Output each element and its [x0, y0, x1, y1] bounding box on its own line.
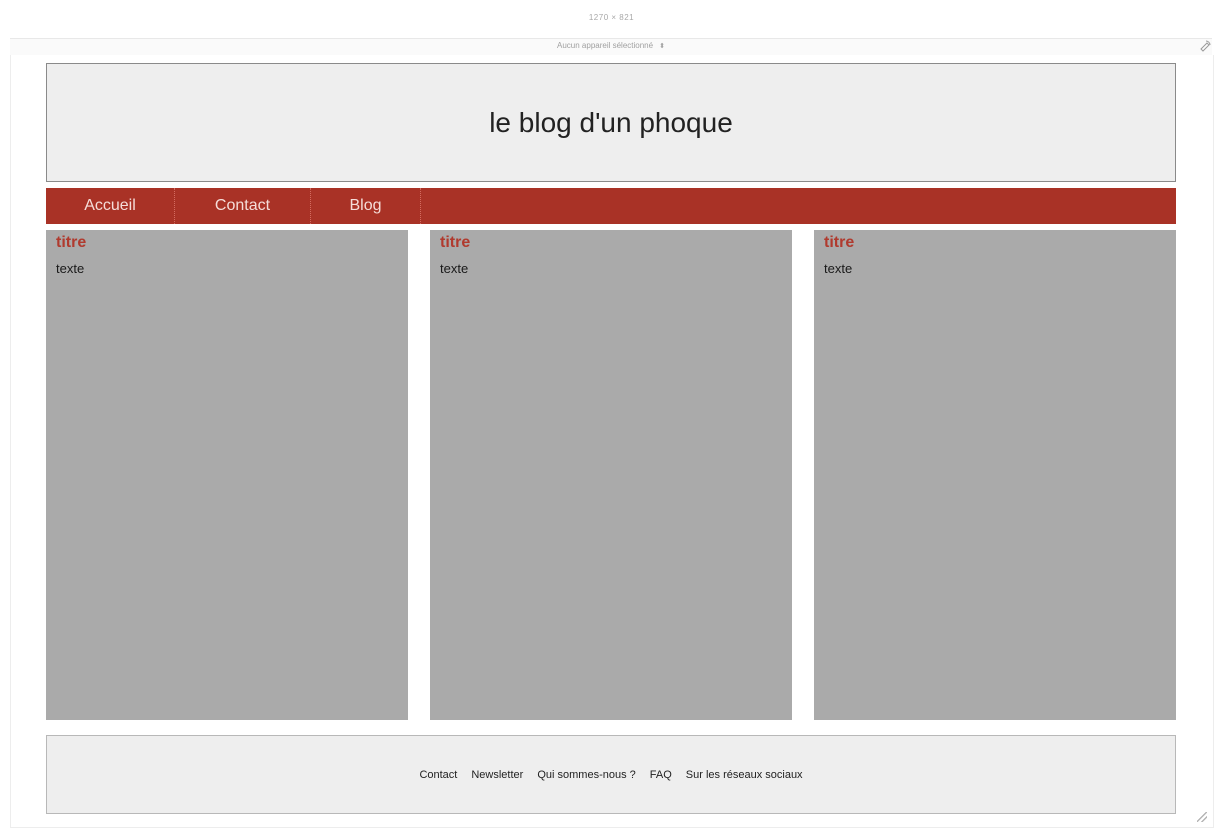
footer-link-newsletter[interactable]: Newsletter [471, 769, 523, 781]
site-title: le blog d'un phoque [489, 106, 733, 138]
site-header: le blog d'un phoque [46, 63, 1176, 182]
site-footer: Contact Newsletter Qui sommes-nous ? FAQ… [46, 735, 1176, 814]
footer-link-social[interactable]: Sur les réseaux sociaux [686, 769, 803, 781]
column-text: texte [824, 261, 853, 276]
footer-link-about[interactable]: Qui sommes-nous ? [537, 769, 635, 781]
column-text: texte [440, 261, 469, 276]
column-title: titre [824, 234, 855, 251]
content-column-3: titre texte [814, 230, 1176, 720]
column-title: titre [440, 234, 471, 251]
responsive-toolbar: Aucun appareil sélectionné ⬍ [10, 38, 1212, 56]
viewport-size-readout: 1270 × 821 [588, 13, 635, 22]
nav-item-blog[interactable]: Blog [311, 188, 421, 224]
nav-item-accueil[interactable]: Accueil [46, 188, 175, 224]
column-title: titre [56, 234, 87, 251]
content-column-1: titre texte [46, 230, 408, 720]
main-navigation: Accueil Contact Blog [46, 188, 1176, 224]
nav-item-contact[interactable]: Contact [175, 188, 311, 224]
footer-link-faq[interactable]: FAQ [650, 769, 672, 781]
resize-handle-icon[interactable] [1197, 812, 1207, 822]
column-text: texte [56, 261, 85, 276]
device-selector-label: Aucun appareil sélectionné [557, 41, 654, 50]
content-column-2: titre texte [430, 230, 792, 720]
rotate-device-icon[interactable] [1198, 39, 1212, 53]
footer-link-contact[interactable]: Contact [419, 769, 457, 781]
chevron-updown-icon: ⬍ [659, 43, 665, 50]
device-selector[interactable]: Aucun appareil sélectionné ⬍ [10, 41, 1212, 50]
